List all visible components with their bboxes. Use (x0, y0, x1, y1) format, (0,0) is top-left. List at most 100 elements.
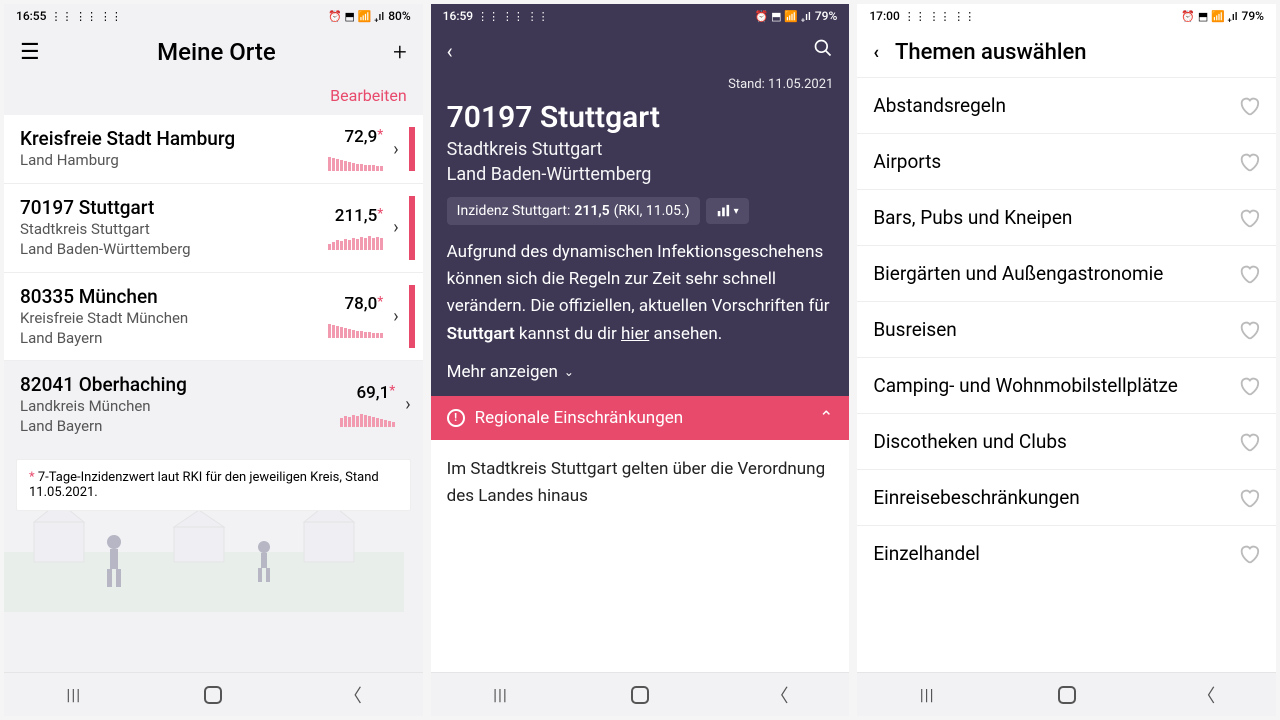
topic-item[interactable]: Bars, Pubs und Kneipen (857, 190, 1276, 246)
place-title: 82041 Oberhaching (20, 373, 340, 396)
trend-sparkline (328, 316, 383, 338)
place-item-stuttgart[interactable]: 70197 Stuttgart Stadtkreis Stuttgart Lan… (4, 184, 423, 273)
warning-icon: ! (447, 409, 465, 427)
status-battery: 80% (388, 9, 410, 23)
topic-item[interactable]: Einzelhandel (857, 526, 1276, 581)
status-system-icons: ⏰ ⬒ 📶 ₊ıl (1181, 10, 1237, 23)
status-battery: 79% (1242, 9, 1264, 23)
heart-icon[interactable] (1238, 151, 1260, 173)
back-icon[interactable]: ‹ (873, 42, 879, 63)
nav-recent-button[interactable]: ||| (63, 684, 85, 706)
android-navbar: ||| 〈 (431, 672, 850, 716)
header: ‹ Themen auswählen (857, 28, 1276, 78)
badge-suffix: (RKI, 11.05.) (614, 203, 690, 219)
place-item-hamburg[interactable]: Kreisfreie Stadt Hamburg Land Hamburg 72… (4, 115, 423, 184)
edit-button[interactable]: Bearbeiten (4, 72, 423, 115)
screen-place-detail: 16:59 ⋮⋮ ⋮⋮ ⋮⋮ ⏰ ⬒ 📶 ₊ıl 79% ‹ Stand: 11… (431, 4, 850, 716)
topic-item[interactable]: Camping- und Wohnmobilstellplätze (857, 358, 1276, 414)
chevron-right-icon: › (401, 394, 414, 415)
regional-restrictions-header[interactable]: ! Regionale Einschränkungen ⌃ (431, 396, 850, 440)
alert-accent (409, 196, 415, 260)
badge-value: 211,5 (574, 203, 609, 219)
chart-button[interactable]: ▾ (706, 198, 749, 224)
heart-icon[interactable] (1238, 375, 1260, 397)
topic-label: Einreisebeschränkungen (873, 486, 1079, 509)
place-subtitle: Landkreis München Land Bayern (20, 396, 340, 437)
status-time: 16:59 (443, 9, 473, 23)
place-title: Kreisfreie Stadt Hamburg (20, 127, 328, 150)
menu-icon[interactable]: ☰ (20, 40, 40, 65)
footnote-text: 7-Tage-Inzidenzwert laut RKI für den jew… (29, 470, 379, 500)
nav-back-button[interactable]: 〈 (342, 684, 364, 706)
asterisk-icon: * (389, 383, 395, 399)
heart-icon[interactable] (1238, 207, 1260, 229)
topic-item[interactable]: Busreisen (857, 302, 1276, 358)
place-subtitle: Stadtkreis Stuttgart Land Baden-Württemb… (20, 219, 328, 260)
asterisk-icon: * (377, 206, 383, 222)
place-title: 80335 München (20, 285, 328, 308)
header: ☰ Meine Orte + (4, 28, 423, 72)
incidence-value: 78,0 (344, 294, 377, 314)
status-app-icons: ⋮⋮ ⋮⋮ ⋮⋮ (50, 10, 121, 23)
topic-item[interactable]: Abstandsregeln (857, 78, 1276, 134)
nav-recent-button[interactable]: ||| (916, 684, 938, 706)
search-icon[interactable] (813, 38, 833, 63)
status-bar: 16:59 ⋮⋮ ⋮⋮ ⋮⋮ ⏰ ⬒ 📶 ₊ıl 79% (431, 4, 850, 28)
status-battery: 79% (815, 9, 837, 23)
heart-icon[interactable] (1238, 487, 1260, 509)
place-title: 70197 Stuttgart (431, 94, 850, 137)
nav-back-button[interactable]: 〈 (1195, 684, 1217, 706)
section-label: Regionale Einschränkungen (475, 408, 683, 428)
last-updated: Stand: 11.05.2021 (431, 73, 850, 94)
status-bar: 17:00 ⋮⋮ ⋮⋮ ⋮⋮ ⏰ ⬒ 📶 ₊ıl 79% (857, 4, 1276, 28)
nav-home-button[interactable] (1056, 684, 1078, 706)
nav-home-button[interactable] (202, 684, 224, 706)
topic-item[interactable]: Airports (857, 134, 1276, 190)
incidence-value: 69,1 (356, 383, 389, 403)
heart-icon[interactable] (1238, 95, 1260, 117)
place-item-muenchen[interactable]: 80335 München Kreisfreie Stadt München L… (4, 273, 423, 362)
show-more-button[interactable]: Mehr anzeigen ⌄ (431, 362, 850, 396)
heart-icon[interactable] (1238, 431, 1260, 453)
topic-item[interactable]: Einreisebeschränkungen (857, 470, 1276, 526)
status-system-icons: ⏰ ⬒ 📶 ₊ıl (755, 10, 811, 23)
heart-icon[interactable] (1238, 543, 1260, 565)
nav-home-button[interactable] (629, 684, 651, 706)
trend-sparkline (328, 149, 383, 171)
topic-label: Discotheken und Clubs (873, 430, 1067, 453)
place-state: Land Baden-Württemberg (431, 162, 850, 197)
chevron-right-icon: › (389, 306, 402, 327)
screen-select-topics: 17:00 ⋮⋮ ⋮⋮ ⋮⋮ ⏰ ⬒ 📶 ₊ıl 79% ‹ Themen au… (857, 4, 1276, 716)
topic-label: Camping- und Wohnmobilstellplätze (873, 374, 1177, 397)
info-paragraph: Aufgrund des dynamischen Infektionsgesch… (431, 239, 850, 362)
topic-label: Airports (873, 150, 941, 173)
chevron-up-icon: ⌃ (819, 408, 833, 428)
status-time: 16:55 (16, 9, 46, 23)
topic-item[interactable]: Biergärten und Außengastronomie (857, 246, 1276, 302)
place-subtitle: Kreisfreie Stadt München Land Bayern (20, 308, 328, 349)
topic-label: Busreisen (873, 318, 956, 341)
footnote: * 7-Tage-Inzidenzwert laut RKI für den j… (16, 459, 411, 511)
heart-icon[interactable] (1238, 263, 1260, 285)
alert-accent (409, 285, 415, 349)
add-icon[interactable]: + (393, 38, 407, 66)
chevron-right-icon: › (389, 217, 402, 238)
topic-label: Abstandsregeln (873, 94, 1006, 117)
nav-back-button[interactable]: 〈 (769, 684, 791, 706)
alert-accent (409, 127, 415, 171)
back-icon[interactable]: ‹ (447, 39, 453, 63)
incidence-value: 211,5 (335, 206, 377, 226)
heart-icon[interactable] (1238, 319, 1260, 341)
android-navbar: ||| 〈 (4, 672, 423, 716)
incidence-badge[interactable]: Inzidenz Stuttgart: 211,5 (RKI, 11.05.) (447, 197, 700, 225)
chevron-down-icon: ⌄ (564, 365, 574, 379)
trend-sparkline (340, 405, 395, 427)
place-district: Stadtkreis Stuttgart (431, 137, 850, 162)
topic-item[interactable]: Discotheken und Clubs (857, 414, 1276, 470)
nav-recent-button[interactable]: ||| (489, 684, 511, 706)
topic-label: Bars, Pubs und Kneipen (873, 206, 1072, 229)
place-item-oberhaching[interactable]: 82041 Oberhaching Landkreis München Land… (4, 361, 423, 449)
info-link[interactable]: hier (621, 324, 649, 344)
trend-sparkline (328, 228, 383, 250)
topic-label: Einzelhandel (873, 542, 980, 565)
